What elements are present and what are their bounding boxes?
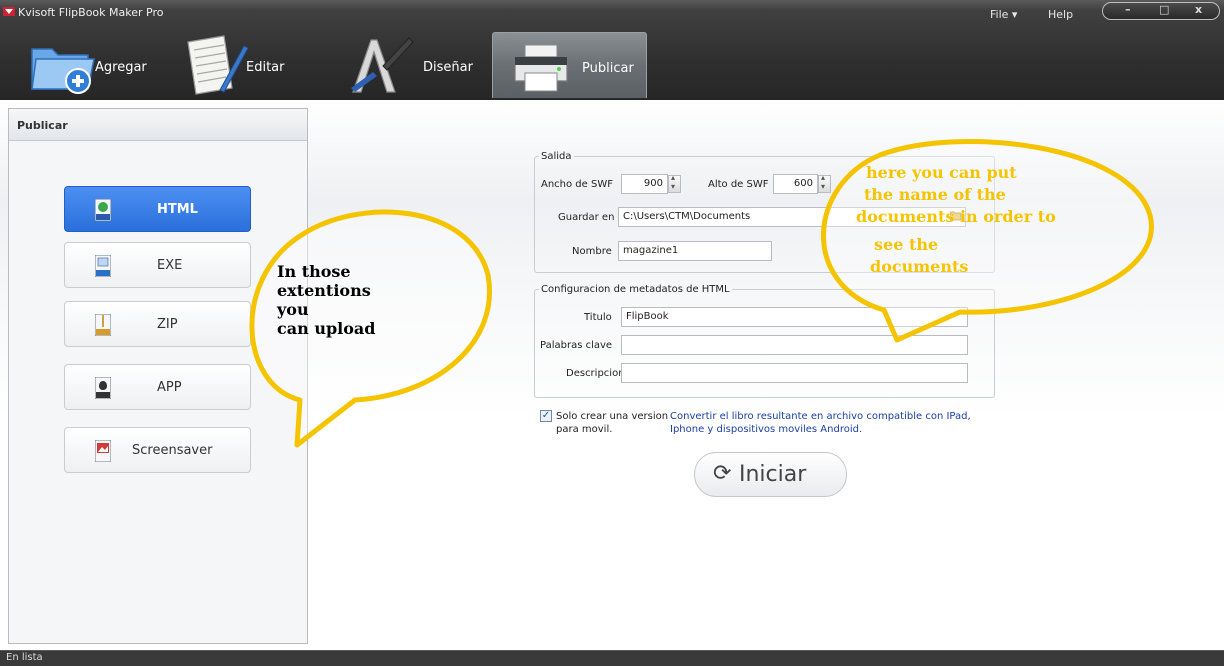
annotation-line: you (277, 300, 309, 319)
format-label: Screensaver (132, 443, 213, 458)
annotation-line: the name of the (864, 185, 1006, 204)
minimize-icon[interactable]: – (1125, 3, 1131, 16)
app-title: Kvisoft FlipBook Maker Pro (18, 6, 164, 19)
left-annotation-text: In those extentions you can upload (277, 262, 375, 338)
annotation-line: In those (277, 262, 351, 281)
width-label: Ancho de SWF (541, 179, 613, 190)
annotation-line: documents in order to (856, 207, 1056, 226)
help-menu[interactable]: Help (1048, 8, 1073, 21)
app-logo-icon (3, 7, 15, 16)
format-label: EXE (157, 258, 183, 273)
description-input[interactable] (621, 363, 968, 383)
status-text: En lista (6, 652, 43, 663)
title-input[interactable]: FlipBook (621, 307, 968, 327)
start-button-label: Iniciar (739, 462, 807, 487)
mobile-description-line2: Iphone y dispositivos moviles Android. (670, 424, 863, 435)
annotation-line: see the (874, 235, 939, 254)
tab-publicar[interactable]: Publicar (492, 32, 647, 98)
printer-icon (514, 44, 568, 92)
right-annotation-text: here you can put the name of the documen… (850, 162, 1056, 278)
html-file-icon (95, 199, 111, 221)
format-label: APP (157, 380, 182, 395)
mobile-only-checkbox[interactable]: ✓ (540, 410, 552, 422)
publish-format-panel: Publicar HTML EXE ZIP APP Screensaver (8, 108, 308, 644)
mobile-description-line1: Convertir el libro resultante en archivo… (670, 411, 971, 422)
tab-editar[interactable]: Editar (178, 32, 308, 98)
annotation-line: can upload (277, 319, 376, 338)
tab-disenar[interactable]: Diseñar (343, 32, 478, 98)
keywords-input[interactable] (621, 335, 968, 355)
exe-file-icon (95, 255, 111, 277)
format-app-button[interactable]: APP (64, 364, 251, 410)
format-exe-button[interactable]: EXE (64, 242, 251, 288)
height-stepper[interactable] (818, 173, 831, 193)
toolbar: Kvisoft FlipBook Maker Pro File ▾ Help –… (0, 0, 1224, 100)
screensaver-icon (95, 440, 111, 462)
document-edit-icon (187, 35, 248, 95)
format-label: HTML (157, 202, 198, 217)
refresh-icon: ⟳ (713, 461, 732, 486)
format-label: ZIP (157, 317, 178, 332)
title-label: Titulo (584, 312, 612, 323)
panel-title: Publicar (9, 109, 307, 141)
file-menu[interactable]: File ▾ (990, 8, 1017, 21)
folder-add-icon (31, 48, 95, 94)
height-input[interactable]: 600 (773, 174, 818, 194)
output-legend: Salida (541, 151, 572, 162)
tab-agregar[interactable]: Agregar (26, 32, 161, 98)
metadata-legend: Configuracion de metadatos de HTML (541, 284, 730, 295)
close-icon[interactable]: x (1195, 3, 1202, 16)
maximize-icon[interactable]: □ (1159, 3, 1169, 16)
zip-file-icon (95, 314, 111, 336)
mobile-label-line2: para movil. (556, 424, 613, 435)
window-controls: – □ x (1102, 2, 1220, 20)
mac-app-icon (95, 377, 111, 399)
name-input[interactable]: magazine1 (618, 241, 772, 261)
tab-label: Editar (246, 60, 285, 75)
width-input[interactable]: 900 (621, 174, 668, 194)
format-zip-button[interactable]: ZIP (64, 301, 251, 347)
brush-design-icon (351, 37, 414, 93)
start-button[interactable]: ⟳ Iniciar (694, 452, 847, 497)
save-label: Guardar en (558, 212, 615, 223)
mobile-label-line1: Solo crear una version (556, 411, 669, 422)
format-html-button[interactable]: HTML (64, 186, 251, 232)
tab-label: Diseñar (423, 60, 473, 75)
height-label: Alto de SWF (708, 179, 769, 190)
description-label: Descripcion (566, 368, 625, 379)
name-label: Nombre (572, 246, 612, 257)
tab-label: Publicar (582, 61, 634, 76)
annotation-line: documents (870, 257, 969, 276)
status-bar: En lista (0, 650, 1224, 666)
keywords-label: Palabras clave (540, 340, 613, 351)
annotation-line: here you can put (866, 163, 1017, 182)
annotation-line: extentions (277, 281, 371, 300)
format-screensaver-button[interactable]: Screensaver (64, 427, 251, 473)
width-stepper[interactable] (668, 173, 681, 193)
tab-label: Agregar (95, 60, 147, 75)
